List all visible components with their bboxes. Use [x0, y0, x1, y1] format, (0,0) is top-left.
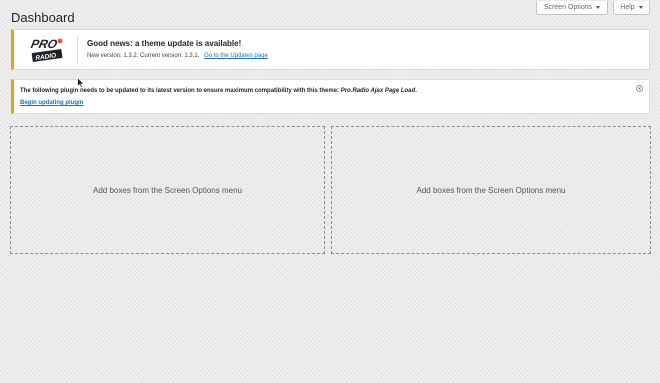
updates-page-link[interactable]: Go to the Updates page: [204, 53, 268, 59]
plugin-message-end: .: [415, 88, 417, 94]
logo-text-bottom: RADIO: [35, 52, 57, 62]
theme-update-message: New version: 1.3.2. Current version: 1.3…: [87, 53, 268, 59]
version-info: New version: 1.3.2. Current version: 1.3…: [87, 53, 200, 59]
empty-box-text: Add boxes from the Screen Options menu: [93, 185, 242, 195]
chevron-down-icon: [638, 6, 643, 9]
help-label: Help: [620, 4, 635, 11]
logo-text-top: PRO: [30, 37, 59, 51]
dashboard-box-column-2[interactable]: Add boxes from the Screen Options menu: [331, 126, 651, 254]
screen-options-button[interactable]: Screen Options: [536, 1, 608, 15]
begin-updating-plugin-link[interactable]: Begin updating plugin: [20, 100, 83, 106]
screen-options-label: Screen Options: [543, 4, 593, 11]
empty-box-text: Add boxes from the Screen Options menu: [416, 185, 566, 195]
help-button[interactable]: Help: [613, 1, 650, 15]
theme-update-notice: PRO RADIO Good news: a theme update is a…: [11, 29, 650, 70]
notice-divider: [77, 36, 78, 64]
plugin-update-notice: The following plugin needs to be updated…: [11, 79, 650, 114]
close-circle-icon[interactable]: [636, 85, 643, 92]
plugin-name: Pro.Radio Ajax Page Load: [340, 88, 416, 94]
page-title: Dashboard: [11, 10, 75, 25]
pro-radio-logo: PRO RADIO: [30, 37, 63, 62]
mouse-cursor-icon: [77, 77, 85, 89]
chevron-down-icon: [596, 6, 601, 9]
plugin-message-text: The following plugin needs to be updated…: [20, 88, 340, 94]
theme-update-heading: Good news: a theme update is available!: [87, 39, 242, 48]
dashboard-box-column-1[interactable]: Add boxes from the Screen Options menu: [10, 126, 325, 254]
